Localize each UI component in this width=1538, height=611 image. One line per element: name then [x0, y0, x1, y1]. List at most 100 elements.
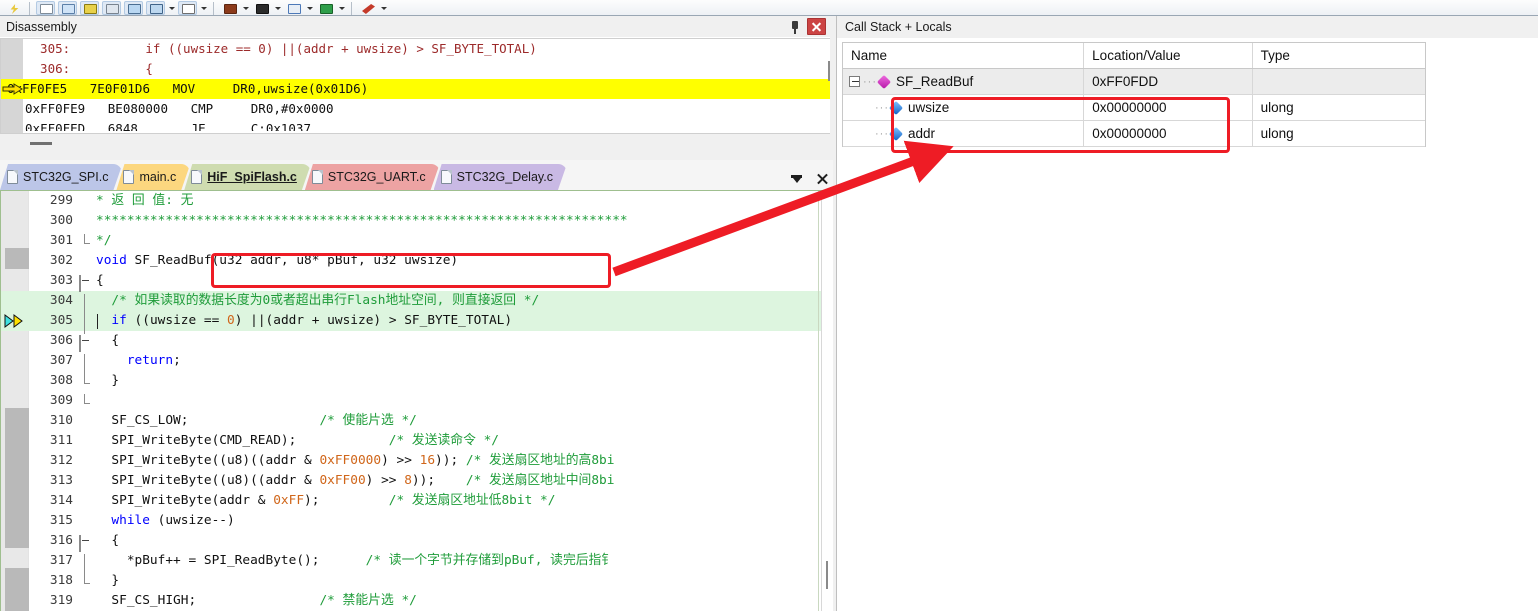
- insert-file-icon[interactable]: [36, 1, 55, 15]
- serial-window-icon[interactable]: [220, 1, 239, 15]
- code-line[interactable]: 312 SPI_WriteByte((u8)((addr & 0xFF0000)…: [1, 451, 821, 471]
- line-number: 317: [49, 553, 73, 568]
- code-line[interactable]: 316 {: [1, 531, 821, 552]
- code-line[interactable]: 310 SF_CS_LOW; /* 使能片选 */: [1, 411, 821, 431]
- column-header-type[interactable]: Type: [1253, 43, 1425, 68]
- function-diamond-icon: [876, 74, 892, 89]
- performance-analyzer-dropdown[interactable]: [168, 1, 175, 15]
- disassembly-splitter[interactable]: [0, 134, 830, 154]
- disassembly-instruction-line[interactable]: 0xFF0FE5 7E0F01D6 MOV DR0,uwsize(0x01D6): [1, 79, 830, 99]
- code-line[interactable]: 315 while (uwsize--): [1, 511, 821, 531]
- code-line[interactable]: 303 {: [1, 271, 821, 292]
- code-line[interactable]: 302 void SF_ReadBuf(u32 addr, u8* pBuf, u…: [1, 251, 821, 271]
- code-line[interactable]: 306 {: [1, 331, 821, 352]
- disassembly-code-area[interactable]: 305: if ((uwsize == 0) ||(addr + uwsize)…: [0, 38, 830, 134]
- close-document-icon[interactable]: [816, 172, 829, 186]
- code-line[interactable]: 304 /* 如果读取的数据长度为0或者超出串行Flash地址空间, 则直接返回…: [1, 291, 821, 314]
- code-line[interactable]: 309: [1, 391, 821, 411]
- variable-name-label: uwsize: [908, 100, 950, 115]
- bookmark-icon[interactable]: [80, 1, 99, 15]
- toolbox-icon[interactable]: [358, 1, 377, 15]
- call-stack-table[interactable]: Name Location/Value Type ··· SF_ReadBuf 0xFF0…: [842, 42, 1426, 147]
- code-text: }: [96, 573, 120, 588]
- code-text: SPI_WriteByte(addr & 0xFF); /* 发送扇区地址低8b…: [96, 493, 556, 508]
- close-icon[interactable]: [807, 18, 826, 35]
- code-text: */: [96, 233, 112, 248]
- code-text: SPI_WriteByte((u8)((addr & 0xFF00) >> 8)…: [96, 473, 615, 488]
- code-line[interactable]: 307 return;: [1, 351, 821, 374]
- line-number: 305: [49, 313, 73, 328]
- memory-window-icon[interactable]: [178, 1, 197, 15]
- location-value-cell[interactable]: 0x00000000: [1084, 121, 1253, 146]
- lightning-icon[interactable]: [4, 1, 23, 15]
- type-cell: ulong: [1260, 126, 1294, 141]
- line-number: 308: [49, 373, 73, 388]
- source-code-area[interactable]: 299 * 返 回 值: 无 300 ************************…: [0, 191, 833, 611]
- editor-tab-stc32g_delay-c[interactable]: STC32G_Delay.c: [434, 164, 567, 190]
- disassembly-source-line[interactable]: 305: if ((uwsize == 0) ||(addr + uwsize)…: [1, 39, 830, 59]
- debug-toolbar[interactable]: [0, 0, 1538, 16]
- variable-name-cell[interactable]: ··· addr: [843, 121, 1085, 146]
- disassembly-instruction-line[interactable]: 0xFF0FED 6848 JE C:0x1037: [1, 119, 830, 131]
- code-line[interactable]: 308 }: [1, 371, 821, 391]
- performance-analyzer-icon[interactable]: [146, 1, 165, 15]
- code-line[interactable]: 319 SF_CS_HIGH; /* 禁能片选 */: [1, 591, 821, 611]
- toolbar-separator: [29, 2, 30, 15]
- code-line[interactable]: 299 * 返 回 值: 无: [1, 191, 821, 211]
- code-line[interactable]: 317 *pBuf++ = SPI_ReadByte(); /* 读一个字节并存…: [1, 551, 821, 574]
- watch-window-dropdown[interactable]: [338, 1, 345, 15]
- location-value-cell[interactable]: 0x00000000: [1084, 95, 1253, 120]
- code-line[interactable]: 311 SPI_WriteByte(CMD_READ); /* 发送读命令 */: [1, 431, 821, 451]
- code-line[interactable]: 301 */: [1, 231, 821, 251]
- fold-marker-icon[interactable]: [79, 314, 92, 334]
- call-stack-function-row[interactable]: ··· SF_ReadBuf 0xFF0FDD: [843, 69, 1425, 95]
- fold-marker-icon[interactable]: [79, 334, 92, 352]
- disassembly-source-line[interactable]: 306: {: [1, 59, 830, 79]
- editor-tab-stc32g_uart-c[interactable]: STC32G_UART.c: [305, 164, 440, 190]
- keyboard-icon[interactable]: [102, 1, 121, 15]
- column-header-name[interactable]: Name: [843, 43, 1085, 68]
- disassembly-scrollbar[interactable]: [827, 39, 830, 133]
- line-number: 300: [49, 213, 73, 228]
- trace-window-icon[interactable]: [284, 1, 303, 15]
- fold-marker-icon[interactable]: [79, 234, 92, 247]
- editor-tab-stc32g_spi-c[interactable]: STC32G_SPI.c: [0, 164, 122, 190]
- location-value-cell[interactable]: 0xFF0FDD: [1084, 69, 1253, 94]
- code-line[interactable]: 318 }: [1, 571, 821, 591]
- trace-window-dropdown[interactable]: [306, 1, 313, 15]
- memory-window-dropdown[interactable]: [200, 1, 207, 15]
- fold-marker-icon[interactable]: [79, 354, 92, 374]
- logic-analyzer-dropdown[interactable]: [274, 1, 281, 15]
- find-in-files-icon[interactable]: [58, 1, 77, 15]
- debug-restart-icon[interactable]: [124, 1, 143, 15]
- fold-marker-icon[interactable]: [79, 374, 92, 387]
- editor-tab-strip[interactable]: STC32G_SPI.c main.c HiF_SpiFlash.c STC32G_U…: [0, 160, 833, 191]
- code-line[interactable]: 305 if ((uwsize == 0) ||(addr + uwsize) …: [1, 311, 821, 334]
- code-line[interactable]: 300 *************************************…: [1, 211, 821, 231]
- fold-marker-icon[interactable]: [79, 294, 92, 314]
- fold-marker-icon[interactable]: [79, 274, 92, 292]
- fold-marker-icon[interactable]: [79, 574, 92, 587]
- watch-window-icon[interactable]: [316, 1, 335, 15]
- toolbox-dropdown[interactable]: [380, 1, 387, 15]
- tab-list-dropdown-icon[interactable]: [790, 172, 803, 186]
- fold-marker-icon[interactable]: [79, 534, 92, 552]
- variable-name-cell[interactable]: ··· SF_ReadBuf: [843, 69, 1085, 94]
- editor-tab-hif_spiflash-c[interactable]: HiF_SpiFlash.c: [184, 164, 311, 190]
- editor-scrollbar[interactable]: [821, 191, 833, 611]
- fold-marker-icon[interactable]: [79, 394, 92, 407]
- pin-icon[interactable]: [787, 19, 803, 35]
- logic-analyzer-icon[interactable]: [252, 1, 271, 15]
- code-text: *pBuf++ = SPI_ReadByte(); /* 读一个字节并存储到pB…: [96, 553, 615, 568]
- call-stack-variable-row[interactable]: ··· uwsize 0x00000000 ulong: [843, 95, 1425, 121]
- column-header-location-value[interactable]: Location/Value: [1084, 43, 1253, 68]
- call-stack-variable-row[interactable]: ··· addr 0x00000000 ulong: [843, 121, 1425, 147]
- code-line[interactable]: 313 SPI_WriteByte((u8)((addr & 0xFF00) >…: [1, 471, 821, 491]
- variable-name-cell[interactable]: ··· uwsize: [843, 95, 1085, 120]
- code-line[interactable]: 314 SPI_WriteByte(addr & 0xFF); /* 发送扇区地…: [1, 491, 821, 511]
- collapse-expander-icon[interactable]: [849, 76, 860, 87]
- serial-window-dropdown[interactable]: [242, 1, 249, 15]
- fold-marker-icon[interactable]: [79, 554, 92, 574]
- disassembly-instruction-line[interactable]: 0xFF0FE9 BE080000 CMP DR0,#0x0000: [1, 99, 830, 119]
- editor-tab-main-c[interactable]: main.c: [116, 164, 190, 190]
